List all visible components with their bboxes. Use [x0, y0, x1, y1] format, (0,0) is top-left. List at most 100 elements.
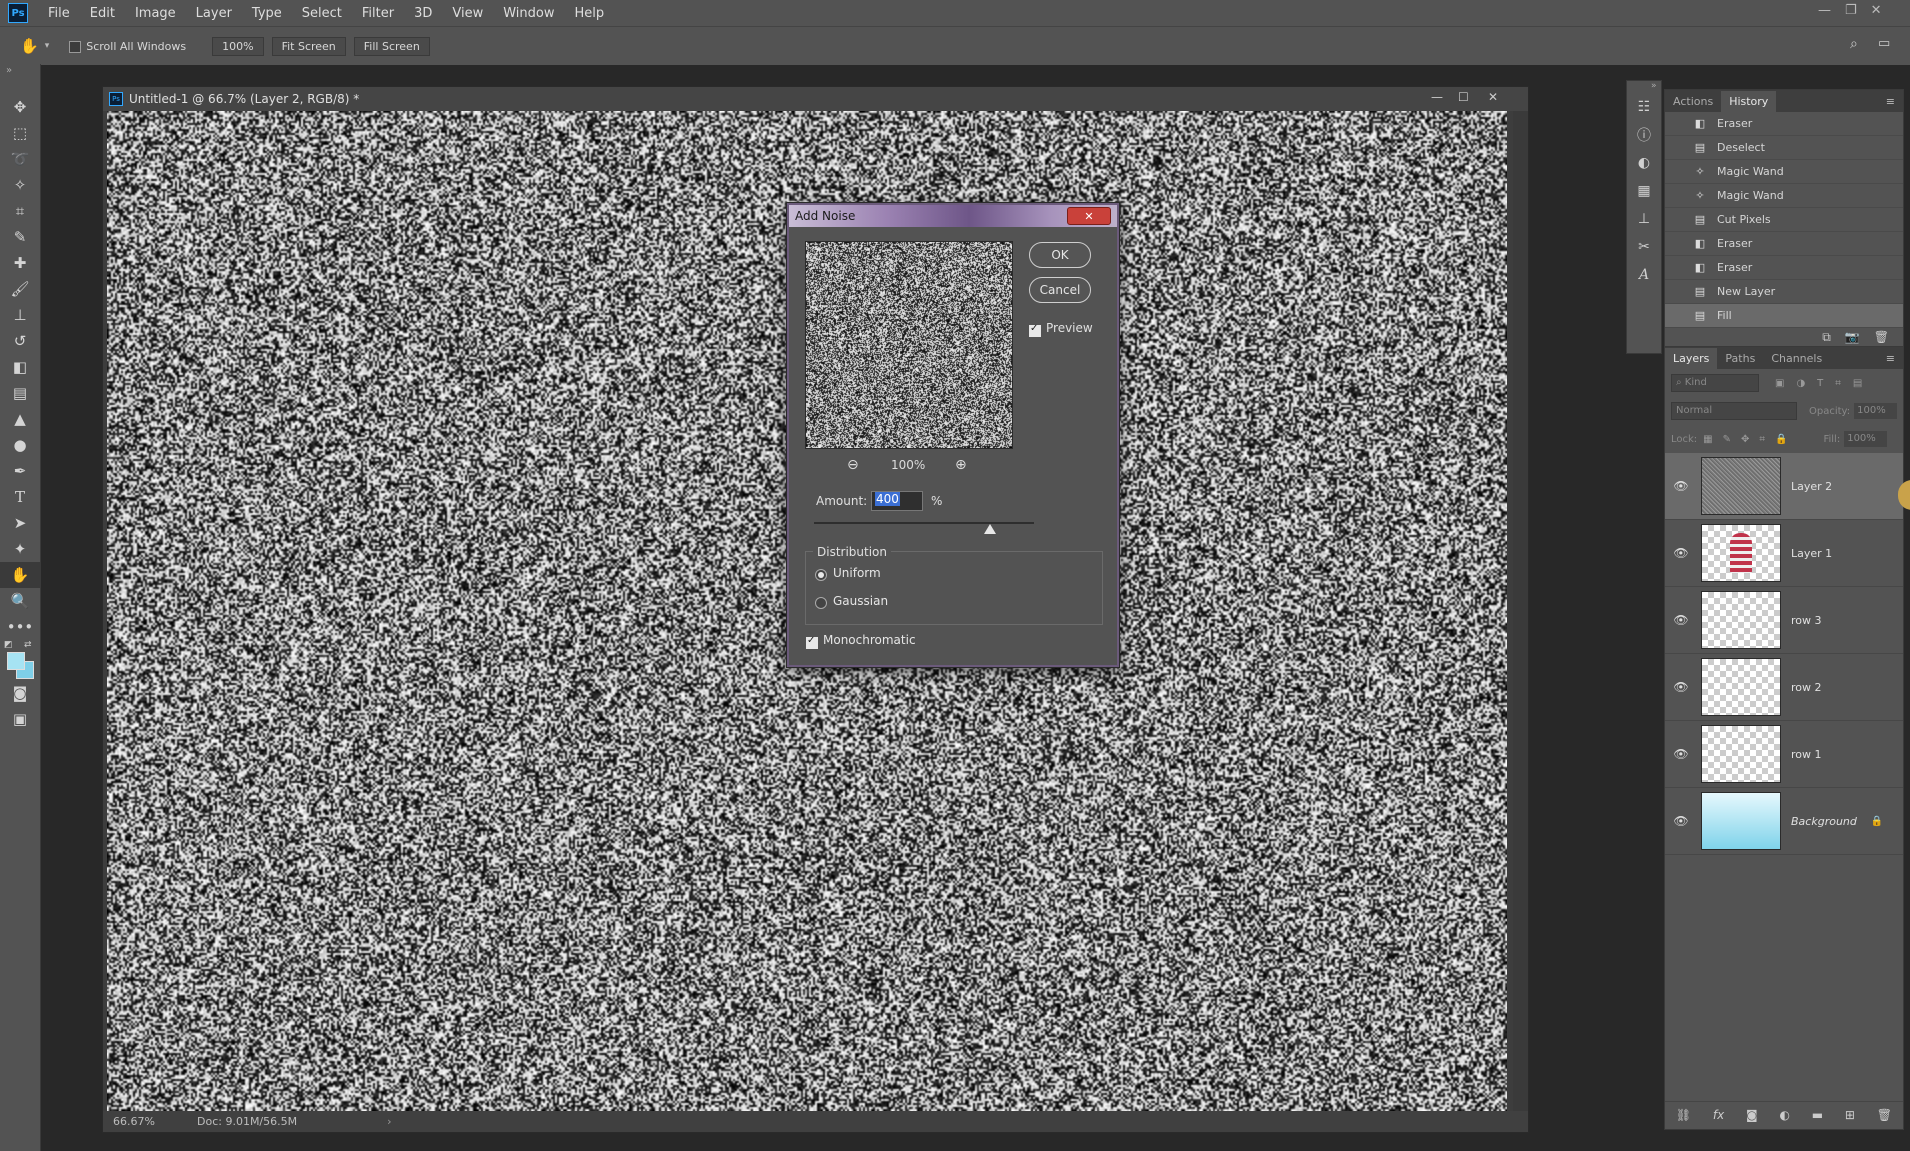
magic-wand-tool-icon[interactable]: ✧	[0, 172, 40, 198]
swap-colors-icon[interactable]: ⇄	[24, 640, 32, 650]
layer-style-fx-icon[interactable]: fx	[1713, 1108, 1724, 1122]
visibility-eye-icon[interactable]: 👁	[1669, 613, 1693, 627]
crop-tool-icon[interactable]: ⌗	[0, 198, 40, 224]
tool-preset-dropdown-icon[interactable]: ▾	[45, 41, 50, 51]
doc-size-info[interactable]: Doc: 9.01M/56.5M	[197, 1115, 297, 1128]
fill-input[interactable]: 100%	[1844, 431, 1887, 447]
monochromatic-checkbox[interactable]	[806, 635, 818, 649]
hand-tool-icon[interactable]: ✋	[0, 562, 40, 588]
menu-image[interactable]: Image	[125, 6, 186, 21]
layer-row[interactable]: 👁 row 2	[1665, 654, 1903, 721]
tab-paths[interactable]: Paths	[1717, 348, 1763, 369]
tab-channels[interactable]: Channels	[1763, 348, 1830, 369]
layer-filter-icons[interactable]: ▣◑T⌗▤	[1775, 378, 1874, 389]
lock-icon[interactable]: 🔒	[1871, 816, 1883, 827]
filter-preview[interactable]	[805, 241, 1013, 449]
snapshot-camera-icon[interactable]: 📷	[1845, 330, 1860, 344]
blur-tool-icon[interactable]: ▲	[0, 406, 40, 432]
toolbox-collapse-icon[interactable]: »	[0, 64, 40, 94]
new-group-folder-icon[interactable]: ▬	[1812, 1108, 1823, 1122]
more-tools-icon[interactable]: •••	[0, 614, 40, 640]
document-tab[interactable]: Ps Untitled-1 @ 66.7% (Layer 2, RGB/8) *…	[103, 87, 1528, 111]
brush-tool-icon[interactable]: 🖌	[0, 276, 40, 302]
history-item[interactable]: ◧ Eraser	[1665, 232, 1903, 256]
menu-3d[interactable]: 3D	[404, 6, 442, 21]
pen-tool-icon[interactable]: ✒	[0, 458, 40, 484]
fill-screen-button[interactable]: Fill Screen	[354, 37, 430, 56]
menu-help[interactable]: Help	[565, 6, 615, 21]
amount-input[interactable]: 400	[871, 491, 923, 511]
menu-edit[interactable]: Edit	[80, 6, 125, 21]
history-item[interactable]: ✧ Magic Wand	[1665, 184, 1903, 208]
visibility-eye-icon[interactable]: 👁	[1669, 680, 1693, 694]
new-document-from-state-icon[interactable]: ⧉	[1822, 330, 1831, 345]
kind-filter-dropdown[interactable]: ⌕ Kind	[1671, 374, 1759, 392]
zoom-level[interactable]: 66.67%	[113, 1115, 173, 1128]
quick-mask-icon[interactable]: ◙	[0, 680, 40, 706]
swatches-grid-icon[interactable]: ▦	[1627, 177, 1661, 205]
layer-name[interactable]: row 1	[1791, 748, 1822, 761]
info-icon[interactable]: ⓘ	[1627, 121, 1661, 149]
dialog-close-icon[interactable]: ✕	[1067, 207, 1111, 225]
dock-collapse-icon[interactable]: »	[1627, 81, 1661, 93]
layer-row[interactable]: 👁 row 1	[1665, 721, 1903, 788]
menu-type[interactable]: Type	[242, 6, 292, 21]
layer-row[interactable]: 👁 Layer 2	[1665, 453, 1903, 520]
visibility-eye-icon[interactable]: 👁	[1669, 546, 1693, 560]
history-panel-menu-icon[interactable]: ≡	[1878, 91, 1903, 112]
delete-layer-icon[interactable]: 🗑	[1877, 1108, 1892, 1122]
layers-panel-menu-icon[interactable]: ≡	[1878, 348, 1903, 369]
scroll-all-windows-checkbox[interactable]	[69, 39, 81, 53]
doc-close-icon[interactable]: ✕	[1488, 90, 1498, 104]
fit-screen-button[interactable]: Fit Screen	[272, 37, 346, 56]
vertical-scrollbar[interactable]	[1513, 111, 1528, 1111]
lock-icons[interactable]: ▦✎✥⌗🔒	[1703, 434, 1797, 445]
link-layers-icon[interactable]: ⛓	[1676, 1108, 1691, 1122]
zoom-tool-icon[interactable]: 🔍	[0, 588, 40, 614]
gradient-tool-icon[interactable]: ▤	[0, 380, 40, 406]
screen-mode-icon[interactable]: ▣	[0, 706, 40, 732]
menu-view[interactable]: View	[442, 6, 493, 21]
history-item[interactable]: ◧ Eraser	[1665, 112, 1903, 136]
history-item[interactable]: ▤ Cut Pixels	[1665, 208, 1903, 232]
marquee-tool-icon[interactable]: ⬚	[0, 120, 40, 146]
layer-name[interactable]: row 2	[1791, 681, 1822, 694]
layer-row[interactable]: 👁 row 3	[1665, 587, 1903, 654]
doc-maximize-icon[interactable]: ☐	[1458, 90, 1469, 104]
zoom-100-button[interactable]: 100%	[212, 37, 263, 56]
status-arrow-icon[interactable]: ›	[387, 1115, 391, 1128]
properties-icon[interactable]: ☷	[1627, 93, 1661, 121]
menu-select[interactable]: Select	[292, 6, 352, 21]
dialog-titlebar[interactable]: Add Noise ✕	[789, 205, 1117, 227]
tab-history[interactable]: History	[1721, 91, 1776, 112]
cancel-button[interactable]: Cancel	[1029, 277, 1091, 303]
layer-row[interactable]: 👁 Layer 1	[1665, 520, 1903, 587]
opacity-input[interactable]: 100%	[1854, 403, 1897, 419]
character-icon[interactable]: A	[1627, 261, 1661, 289]
eyedropper-tool-icon[interactable]: ✎	[0, 224, 40, 250]
lasso-tool-icon[interactable]: ➰	[0, 146, 40, 172]
eraser-tool-icon[interactable]: ◧	[0, 354, 40, 380]
gaussian-radio[interactable]	[815, 595, 827, 609]
clone-source-icon[interactable]: ⊥	[1627, 205, 1661, 233]
healing-brush-tool-icon[interactable]: ✚	[0, 250, 40, 276]
search-icon[interactable]: ⌕	[1850, 36, 1858, 52]
amount-slider-thumb[interactable]	[984, 524, 996, 534]
close-icon[interactable]: ✕	[1871, 3, 1882, 18]
hand-tool-icon[interactable]: ✋	[20, 37, 39, 55]
history-item[interactable]: ◧ Eraser	[1665, 256, 1903, 280]
minimize-icon[interactable]: —	[1818, 3, 1831, 18]
amount-slider-track[interactable]	[814, 522, 1034, 524]
tab-actions[interactable]: Actions	[1665, 91, 1721, 112]
clone-stamp-tool-icon[interactable]: ⊥	[0, 302, 40, 328]
path-selection-tool-icon[interactable]: ➤	[0, 510, 40, 536]
layer-name[interactable]: Layer 2	[1791, 480, 1832, 493]
layer-row[interactable]: 👁 Background 🔒	[1665, 788, 1903, 855]
add-mask-icon[interactable]: ◙	[1746, 1108, 1758, 1122]
move-tool-icon[interactable]: ✥	[0, 94, 40, 120]
history-item[interactable]: ▤ Deselect	[1665, 136, 1903, 160]
foreground-color-swatch[interactable]	[7, 652, 25, 670]
doc-minimize-icon[interactable]: —	[1431, 90, 1443, 104]
layer-name[interactable]: Background	[1791, 815, 1857, 828]
zoom-out-icon[interactable]: ⊖	[847, 457, 859, 473]
